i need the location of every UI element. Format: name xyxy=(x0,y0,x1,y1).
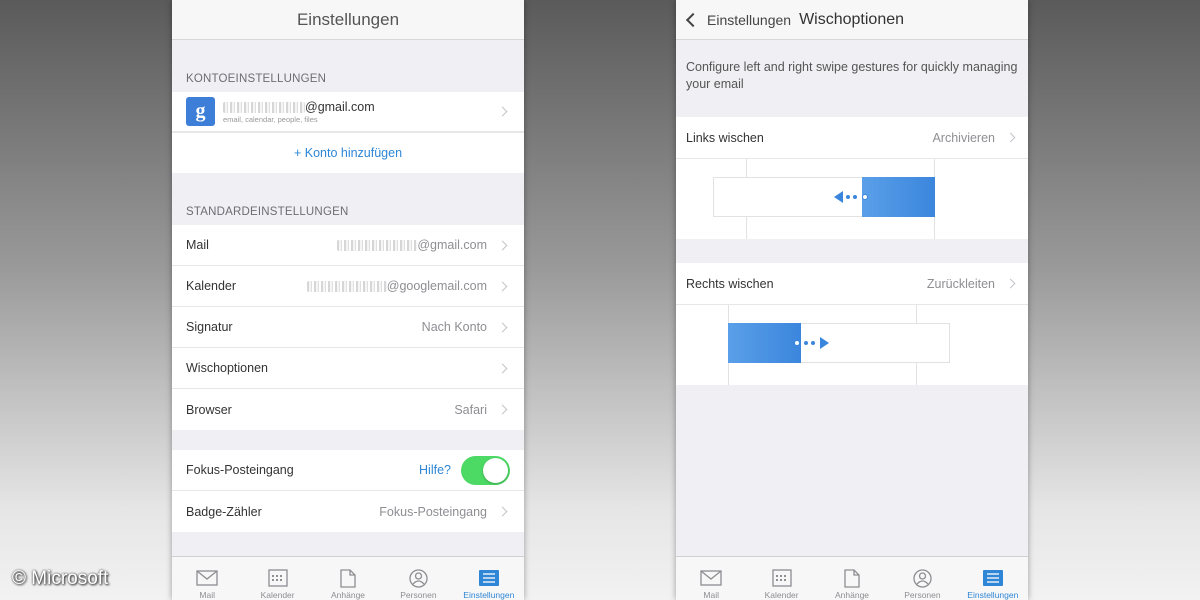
account-services: email, calendar, people, files xyxy=(223,114,318,124)
copyright-watermark: © Microsoft xyxy=(12,568,109,589)
account-row[interactable]: g @gmail.com email, calendar, people, fi… xyxy=(172,92,524,132)
right-swipe-row[interactable]: Rechts wischen Zurückleiten xyxy=(676,263,1028,305)
blurred-text xyxy=(337,240,418,252)
nav-bar: Einstellungen Wischoptionen xyxy=(676,0,1028,40)
section-header-account: KONTOEINSTELLUNGEN xyxy=(186,73,327,85)
chevron-right-icon xyxy=(1005,278,1016,289)
chevron-right-icon xyxy=(497,322,508,332)
chevron-right-icon xyxy=(497,240,508,250)
file-icon xyxy=(337,568,359,588)
right-swipe-illustration xyxy=(676,305,1028,385)
blurred-text xyxy=(306,281,387,293)
settings-screen: Einstellungen KONTOEINSTELLUNGEN g @gmai… xyxy=(172,0,524,600)
calendar-icon xyxy=(771,569,793,587)
chevron-right-icon xyxy=(497,363,508,373)
account-email: @gmail.com xyxy=(223,100,499,114)
chevron-left-icon xyxy=(685,12,701,27)
chevron-right-icon xyxy=(497,404,508,415)
tab-bar: Mail Kalender Anhänge Personen Einstellu… xyxy=(676,556,1028,600)
tab-mail[interactable]: Mail xyxy=(676,557,746,600)
chevron-right-icon xyxy=(1005,132,1016,143)
mail-icon xyxy=(196,569,218,587)
settings-row-calendar[interactable]: Kalender @googlemail.com xyxy=(172,266,524,307)
left-swipe-illustration xyxy=(676,159,1028,239)
swipe-options-screen: Einstellungen Wischoptionen Configure le… xyxy=(676,0,1028,600)
tab-mail[interactable]: Mail xyxy=(172,557,242,600)
swipe-action-block xyxy=(862,177,935,217)
settings-icon xyxy=(982,569,1004,587)
calendar-icon xyxy=(267,569,289,587)
swipe-action-block xyxy=(728,323,801,363)
settings-row-focus-inbox: Fokus-Posteingang Hilfe? xyxy=(172,450,524,491)
tab-calendar[interactable]: Kalender xyxy=(746,557,816,600)
mail-icon xyxy=(700,569,722,587)
nav-bar: Einstellungen xyxy=(172,0,524,40)
tab-attachments[interactable]: Anhänge xyxy=(313,557,383,600)
settings-row-browser[interactable]: Browser Safari xyxy=(172,389,524,430)
tab-settings[interactable]: Einstellungen xyxy=(958,557,1028,600)
tab-calendar[interactable]: Kalender xyxy=(242,557,312,600)
tab-settings[interactable]: Einstellungen xyxy=(454,557,524,600)
add-account-button[interactable]: + Konto hinzufügen xyxy=(172,132,524,173)
focus-group: Fokus-Posteingang Hilfe? Badge-Zähler Fo… xyxy=(172,450,524,532)
left-swipe-row[interactable]: Links wischen Archivieren xyxy=(676,117,1028,159)
settings-row-swipe-options[interactable]: Wischoptionen xyxy=(172,348,524,389)
section-header-defaults: STANDARDEINSTELLUNGEN xyxy=(186,206,349,218)
help-link[interactable]: Hilfe? xyxy=(419,463,451,477)
settings-row-signature[interactable]: Signatur Nach Konto xyxy=(172,307,524,348)
chevron-right-icon xyxy=(497,281,508,291)
page-title: Einstellungen xyxy=(296,9,400,29)
tab-bar: Mail Kalender Anhänge Personen Einstellu… xyxy=(172,556,524,600)
file-icon xyxy=(841,568,863,588)
chevron-right-icon xyxy=(497,106,508,117)
defaults-group: Mail @gmail.com Kalender @googlemail.com… xyxy=(172,225,524,430)
chevron-right-icon xyxy=(497,506,508,517)
arrow-left-icon xyxy=(834,191,843,203)
person-icon xyxy=(407,568,429,588)
swipe-description: Configure left and right swipe gestures … xyxy=(686,60,1018,91)
settings-row-badge-counter[interactable]: Badge-Zähler Fokus-Posteingang xyxy=(172,491,524,532)
account-group: g @gmail.com email, calendar, people, fi… xyxy=(172,92,524,173)
page-title: Wischoptionen xyxy=(799,10,905,28)
blurred-text xyxy=(223,101,305,113)
settings-icon xyxy=(478,569,500,587)
back-button[interactable]: Einstellungen xyxy=(684,12,791,28)
tab-attachments[interactable]: Anhänge xyxy=(817,557,887,600)
arrow-right-icon xyxy=(820,337,829,349)
google-logo-icon: g xyxy=(186,97,215,126)
settings-row-mail[interactable]: Mail @gmail.com xyxy=(172,225,524,266)
person-icon xyxy=(911,568,933,588)
tab-people[interactable]: Personen xyxy=(383,557,453,600)
tab-people[interactable]: Personen xyxy=(887,557,957,600)
focus-inbox-toggle[interactable] xyxy=(461,455,510,485)
